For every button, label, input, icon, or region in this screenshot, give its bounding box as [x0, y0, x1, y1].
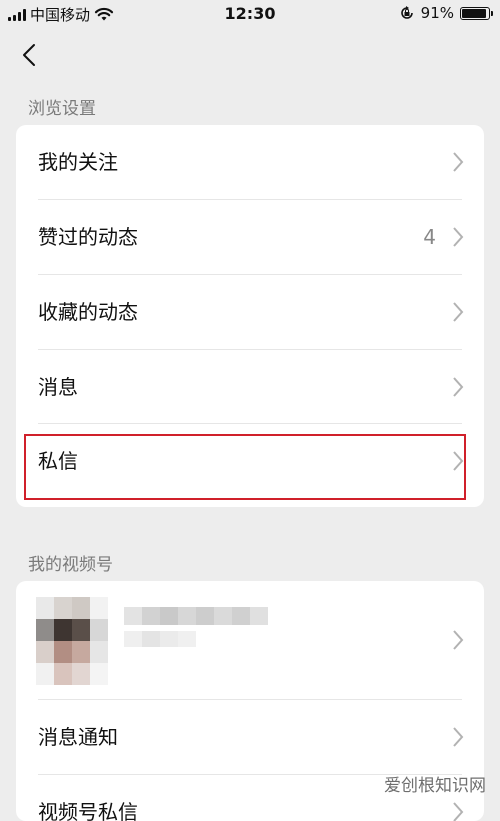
highlight-box [24, 434, 466, 500]
row-message-notifications[interactable]: 消息通知 [16, 700, 484, 774]
section-title-browse: 浏览设置 [28, 99, 96, 119]
row-liked-posts[interactable]: 赞过的动态 4 [16, 200, 484, 274]
chevron-right-icon [453, 227, 464, 247]
row-label: 视频号私信 [38, 800, 138, 821]
chevron-right-icon [453, 152, 464, 172]
lock-rotation-icon [400, 6, 413, 19]
liked-count: 4 [423, 225, 436, 249]
row-messages[interactable]: 消息 [16, 350, 484, 424]
status-right: 91% [399, 4, 493, 22]
chevron-right-icon [453, 630, 464, 650]
battery-fill [462, 8, 486, 18]
avatar [36, 597, 108, 685]
row-label: 我的关注 [38, 150, 118, 174]
chevron-right-icon [453, 302, 464, 322]
chevron-right-icon [453, 727, 464, 747]
row-saved-posts[interactable]: 收藏的动态 [16, 275, 484, 349]
channel-subtitle-blurred [124, 631, 196, 647]
battery-percent: 91% [420, 4, 454, 22]
row-label: 收藏的动态 [38, 300, 138, 324]
row-following[interactable]: 我的关注 [16, 125, 484, 199]
watermark: 爱创根知识网 [384, 776, 486, 796]
back-icon[interactable] [16, 40, 46, 70]
battery-icon [460, 6, 493, 20]
chevron-right-icon [453, 802, 464, 821]
row-label: 消息 [38, 375, 78, 399]
status-bar: 中国移动 12:30 91% [0, 0, 500, 32]
section-title-channel: 我的视频号 [28, 555, 113, 575]
row-label: 消息通知 [38, 725, 118, 749]
channel-profile-row[interactable] [16, 581, 484, 699]
channel-name-blurred [124, 607, 268, 625]
chevron-right-icon [453, 377, 464, 397]
row-label: 赞过的动态 [38, 225, 138, 249]
